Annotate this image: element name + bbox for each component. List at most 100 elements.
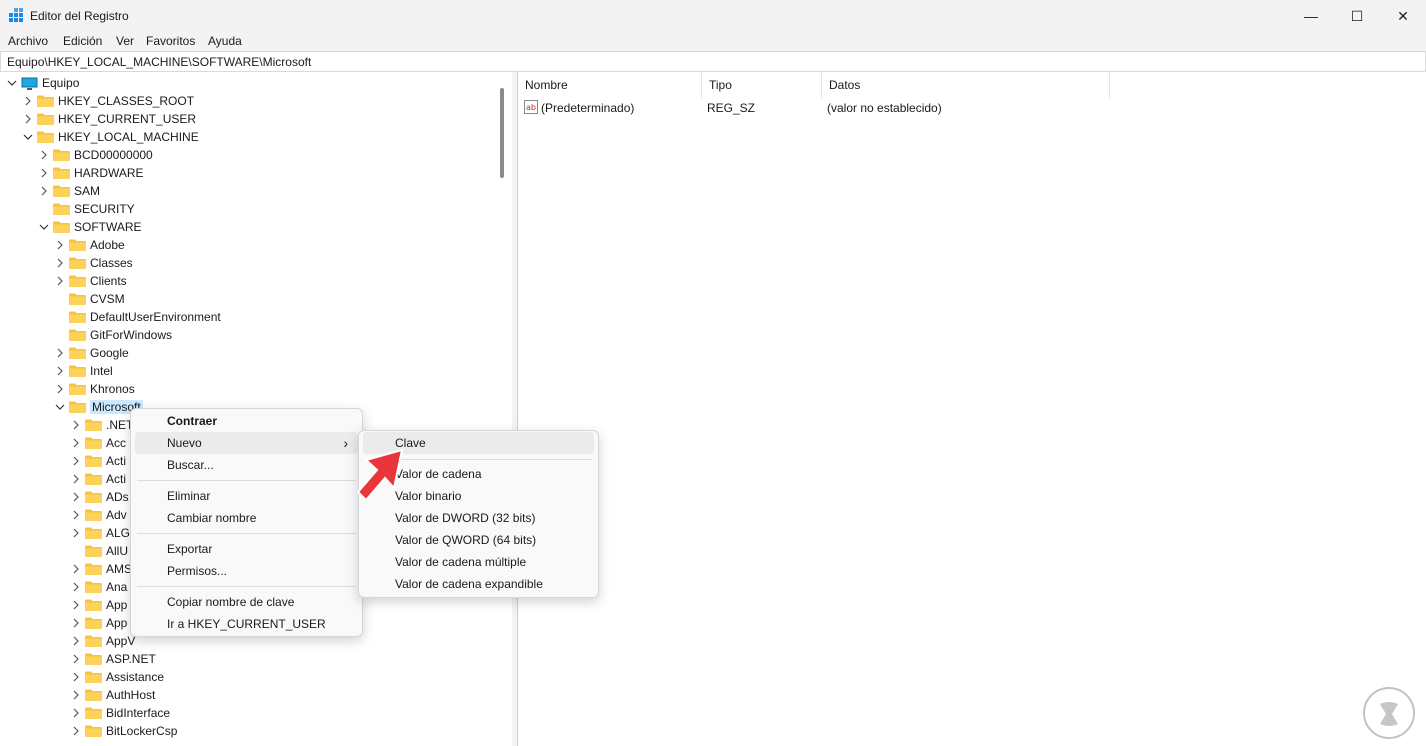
tree-node-microsoft-child[interactable]: App — [70, 596, 127, 614]
menu-ayuda[interactable]: Ayuda — [208, 34, 242, 48]
folder-icon — [37, 95, 54, 107]
menu-item-copiar-nombre[interactable]: Copiar nombre de clave — [135, 591, 358, 613]
tree-node-hkey-current-user[interactable]: HKEY_CURRENT_USER — [22, 110, 196, 128]
chevron-right-icon[interactable] — [70, 473, 82, 485]
menu-item-ir-a-hkcu[interactable]: Ir a HKEY_CURRENT_USER — [135, 613, 358, 635]
chevron-right-icon[interactable] — [70, 707, 82, 719]
tree-node-microsoft-child[interactable]: App — [70, 614, 127, 632]
chevron-right-icon[interactable] — [38, 149, 50, 161]
chevron-right-icon[interactable] — [38, 167, 50, 179]
address-bar[interactable]: Equipo\HKEY_LOCAL_MACHINE\SOFTWARE\Micro… — [0, 51, 1426, 72]
chevron-right-icon[interactable] — [70, 419, 82, 431]
chevron-right-icon[interactable] — [70, 527, 82, 539]
chevron-right-icon[interactable] — [54, 365, 66, 377]
menu-favoritos[interactable]: Favoritos — [146, 34, 195, 48]
chevron-right-icon[interactable] — [70, 653, 82, 665]
chevron-right-icon[interactable] — [70, 455, 82, 467]
tree-node-label: Acti — [106, 472, 127, 486]
tree-node-microsoft-child[interactable]: Acti — [70, 470, 126, 488]
chevron-right-icon[interactable] — [70, 725, 82, 737]
folder-icon — [53, 149, 70, 161]
chevron-right-icon[interactable] — [70, 689, 82, 701]
chevron-right-icon[interactable] — [22, 95, 34, 107]
tree-node-software[interactable]: SOFTWARE — [38, 218, 142, 236]
menu-item-exportar[interactable]: Exportar — [135, 538, 358, 560]
tree-node-microsoft-child[interactable]: ASP.NET — [70, 650, 156, 668]
tree-node-microsoft-child[interactable]: AppV — [70, 632, 135, 650]
submenu-item-valor-dword[interactable]: Valor de DWORD (32 bits) — [363, 507, 594, 529]
submenu-item-valor-expandible[interactable]: Valor de cadena expandible — [363, 573, 594, 595]
chevron-right-icon[interactable] — [70, 617, 82, 629]
chevron-right-icon[interactable] — [22, 113, 34, 125]
menu-item-buscar[interactable]: Buscar... — [135, 454, 358, 476]
chevron-down-icon[interactable] — [38, 221, 50, 233]
menu-item-nuevo[interactable]: Nuevo › — [135, 432, 358, 454]
tree-scrollbar-thumb[interactable] — [500, 88, 504, 178]
folder-icon — [85, 473, 102, 485]
menu-item-eliminar[interactable]: Eliminar — [135, 485, 358, 507]
chevron-down-icon[interactable] — [22, 131, 34, 143]
tree-node-clients[interactable]: Clients — [54, 272, 127, 290]
chevron-right-icon[interactable] — [54, 275, 66, 287]
tree-node-hardware[interactable]: HARDWARE — [38, 164, 144, 182]
tree-node-cvsm[interactable]: CVSM — [54, 290, 125, 308]
tree-node-microsoft-child[interactable]: Acti — [70, 452, 126, 470]
tree-node-microsoft-child[interactable]: Assistance — [70, 668, 164, 686]
chevron-right-icon[interactable] — [70, 563, 82, 575]
chevron-right-icon[interactable] — [70, 509, 82, 521]
tree-node-intel[interactable]: Intel — [54, 362, 113, 380]
tree-node-google[interactable]: Google — [54, 344, 129, 362]
chevron-right-icon[interactable] — [70, 671, 82, 683]
menu-item-permisos[interactable]: Permisos... — [135, 560, 358, 582]
chevron-right-icon[interactable] — [70, 599, 82, 611]
tree-node-microsoft-child[interactable]: Adv — [70, 506, 127, 524]
chevron-right-icon[interactable] — [70, 581, 82, 593]
chevron-right-icon[interactable] — [54, 257, 66, 269]
tree-node-microsoft-child[interactable]: ALG — [70, 524, 130, 542]
tree-node-khronos[interactable]: Khronos — [54, 380, 135, 398]
tree-node-hkey-local-machine[interactable]: HKEY_LOCAL_MACHINE — [22, 128, 199, 146]
value-row[interactable]: ab (Predeterminado) REG_SZ (valor no est… — [518, 98, 1424, 118]
tree-node-classes[interactable]: Classes — [54, 254, 133, 272]
menu-archivo[interactable]: Archivo — [8, 34, 48, 48]
column-header-datos[interactable]: Datos — [822, 72, 1110, 98]
tree-node-hkey-classes-root[interactable]: HKEY_CLASSES_ROOT — [22, 92, 194, 110]
tree-node-microsoft-child[interactable]: ADs — [70, 488, 129, 506]
tree-node-microsoft-child[interactable]: Acc — [70, 434, 126, 452]
tree-node-bcd00000000[interactable]: BCD00000000 — [38, 146, 153, 164]
tree-node-adobe[interactable]: Adobe — [54, 236, 125, 254]
tree-node-microsoft-child[interactable]: .NET — [70, 416, 133, 434]
submenu-item-valor-qword[interactable]: Valor de QWORD (64 bits) — [363, 529, 594, 551]
tree-node-equipo[interactable]: Equipo — [6, 74, 79, 92]
chevron-right-icon[interactable] — [54, 383, 66, 395]
tree-node-microsoft-child[interactable]: BitLockerCsp — [70, 722, 177, 740]
tree-node-microsoft-child[interactable]: AMS — [70, 560, 132, 578]
chevron-right-icon[interactable] — [38, 185, 50, 197]
menu-item-cambiar-nombre[interactable]: Cambiar nombre — [135, 507, 358, 529]
column-header-tipo[interactable]: Tipo — [702, 72, 822, 98]
column-header-nombre[interactable]: Nombre — [518, 72, 702, 98]
menu-edicion[interactable]: Edición — [63, 34, 102, 48]
chevron-down-icon[interactable] — [54, 401, 66, 413]
menu-ver[interactable]: Ver — [116, 34, 134, 48]
tree-node-defaultuserenvironment[interactable]: DefaultUserEnvironment — [54, 308, 221, 326]
tree-node-microsoft-child[interactable]: AuthHost — [70, 686, 155, 704]
chevron-right-icon[interactable] — [54, 347, 66, 359]
tree-node-sam[interactable]: SAM — [38, 182, 100, 200]
menu-item-contraer[interactable]: Contraer — [135, 410, 358, 432]
minimize-button[interactable]: — — [1288, 0, 1334, 32]
chevron-right-icon[interactable] — [70, 635, 82, 647]
maximize-button[interactable]: ☐ — [1334, 0, 1380, 32]
tree-node-gitforwindows[interactable]: GitForWindows — [54, 326, 172, 344]
tree-node-microsoft-child[interactable]: Ana — [70, 578, 127, 596]
folder-icon — [69, 329, 86, 341]
tree-node-microsoft-child[interactable]: AllU — [70, 542, 128, 560]
tree-node-microsoft-child[interactable]: BidInterface — [70, 704, 170, 722]
chevron-right-icon[interactable] — [70, 491, 82, 503]
submenu-item-valor-multiple[interactable]: Valor de cadena múltiple — [363, 551, 594, 573]
chevron-right-icon[interactable] — [70, 437, 82, 449]
tree-node-security[interactable]: SECURITY — [38, 200, 135, 218]
chevron-right-icon[interactable] — [54, 239, 66, 251]
close-button[interactable]: ✕ — [1380, 0, 1426, 32]
chevron-down-icon[interactable] — [6, 77, 18, 89]
